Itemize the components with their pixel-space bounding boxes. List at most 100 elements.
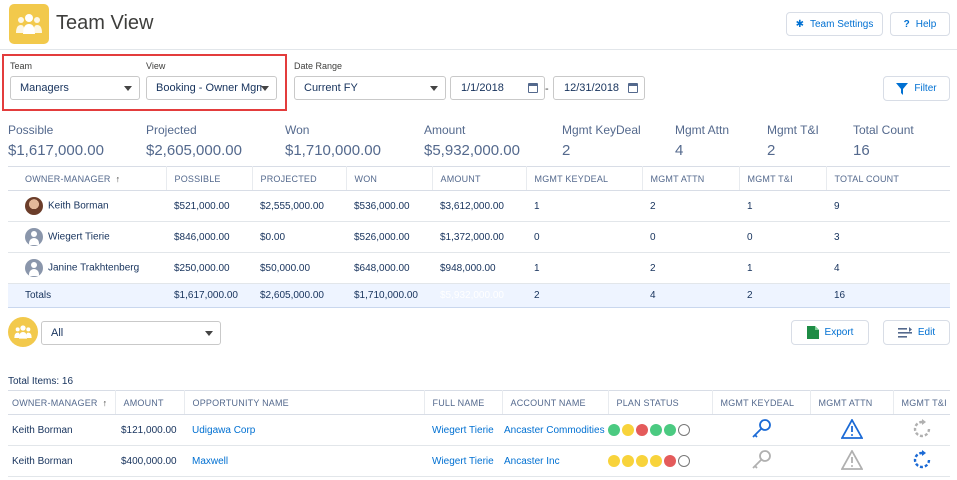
date-range-select[interactable]: Current FY [294, 76, 446, 100]
amount-cell: $3,612,000.00 [432, 190, 526, 222]
column-header-account-name[interactable]: ACCOUNT NAME [502, 390, 609, 415]
refresh-icon[interactable] [911, 449, 933, 471]
summary-value: $1,710,000.00 [285, 142, 381, 159]
page-header: Team View ✱ Team Settings ? Help [0, 0, 957, 50]
start-date-value: 1/1/2018 [461, 82, 504, 94]
summary-mgmt-keydeal: Mgmt KeyDeal 2 [562, 123, 641, 159]
column-header-opportunity-name[interactable]: OPPORTUNITY NAME [184, 390, 425, 415]
keydeal-cell [712, 414, 810, 446]
column-header-mgmt-attn[interactable]: MGMT ATTN [642, 166, 740, 191]
refresh-icon[interactable] [911, 418, 933, 440]
table-row[interactable]: Keith Borman $400,000.00 Maxwell Wiegert… [8, 445, 950, 477]
summary-projected: Projected $2,605,000.00 [146, 123, 242, 159]
column-header-mgmt-ti[interactable]: MGMT T&I [893, 390, 950, 415]
full-name-link[interactable]: Wiegert Tierie [424, 414, 502, 446]
column-header-amount[interactable]: AMOUNT [432, 166, 527, 191]
team-select[interactable]: Managers [10, 76, 140, 100]
column-header-mgmt-ti[interactable]: MGMT T&I [739, 166, 827, 191]
column-header-mgmt-keydeal[interactable]: MGMT KEYDEAL [712, 390, 811, 415]
totals-possible: $1,617,000.00 [166, 283, 252, 308]
status-dot-red [636, 424, 648, 436]
owner-cell: Keith Borman [8, 414, 115, 446]
start-date-input[interactable]: 1/1/2018 [450, 76, 545, 100]
table-row[interactable]: Keith Borman $521,000.00 $2,555,000.00 $… [8, 190, 950, 222]
count-cell: 4 [826, 252, 950, 284]
warning-icon[interactable] [839, 448, 864, 470]
summary-amount: Amount $5,932,000.00 [424, 123, 520, 159]
column-header-owner-manager[interactable]: OWNER-MANAGER ↑ [8, 390, 116, 415]
export-label: Export [824, 327, 854, 338]
group-icon [8, 317, 38, 347]
account-link[interactable]: Ancaster Inc [502, 445, 608, 477]
column-header-mgmt-keydeal[interactable]: MGMT KEYDEAL [526, 166, 643, 191]
possible-cell: $250,000.00 [166, 252, 252, 284]
won-cell: $648,000.00 [346, 252, 432, 284]
totals-label: Totals [8, 283, 166, 308]
summary-label: Mgmt Attn [675, 123, 730, 137]
opportunity-link[interactable]: Udigawa Corp [184, 414, 424, 446]
full-name-link[interactable]: Wiegert Tierie [424, 445, 502, 477]
account-link[interactable]: Ancaster Commodities [502, 414, 608, 446]
summary-mgmt-attn: Mgmt Attn 4 [675, 123, 729, 159]
view-select[interactable]: Booking - Owner Mgmt [146, 76, 277, 100]
attn-cell [810, 445, 893, 477]
totals-count: 16 [826, 283, 950, 308]
owner-cell: Keith Borman [8, 445, 115, 477]
count-cell: 9 [826, 190, 950, 222]
amount-cell: $121,000.00 [115, 414, 184, 446]
column-header-total-count[interactable]: TOTAL COUNT [826, 166, 950, 191]
team-settings-button[interactable]: ✱ Team Settings [786, 12, 883, 36]
list-filter-select[interactable]: All [41, 321, 221, 345]
column-header-projected[interactable]: PROJECTED [252, 166, 347, 191]
question-icon: ? [903, 18, 910, 30]
summary-label: Possible [8, 123, 54, 137]
key-icon[interactable] [750, 418, 772, 440]
calendar-icon[interactable] [528, 83, 538, 93]
column-header-possible[interactable]: POSSIBLE [166, 166, 253, 191]
table-row[interactable]: Janine Trakhtenberg $250,000.00 $50,000.… [8, 252, 950, 284]
projected-cell: $2,555,000.00 [252, 190, 346, 222]
opportunity-link[interactable]: Maxwell [184, 445, 424, 477]
plan-status-cell [608, 445, 712, 477]
column-header-amount[interactable]: AMOUNT [115, 390, 185, 415]
summary-value: 16 [853, 142, 870, 159]
keydeal-cell: 0 [526, 221, 642, 253]
total-items-label: Total Items: 16 [8, 376, 74, 387]
summary-label: Amount [424, 123, 466, 137]
column-header-full-name[interactable]: FULL NAME [424, 390, 503, 415]
edit-label: Edit [917, 327, 936, 338]
team-select-value: Managers [20, 82, 69, 94]
won-cell: $526,000.00 [346, 221, 432, 253]
end-date-input[interactable]: 12/31/2018 [553, 76, 645, 100]
table-row[interactable]: Keith Borman $121,000.00 Udigawa Corp Wi… [8, 414, 950, 446]
warning-icon[interactable] [839, 417, 864, 439]
excel-icon [806, 326, 819, 339]
status-dot-red [664, 455, 676, 467]
help-button[interactable]: ? Help [890, 12, 950, 36]
summary-total-count: Total Count 16 [853, 123, 914, 159]
status-dot-yellow [608, 455, 620, 467]
table-row[interactable]: Wiegert Tierie $846,000.00 $0.00 $526,00… [8, 221, 950, 253]
column-header-mgmt-attn[interactable]: MGMT ATTN [810, 390, 894, 415]
export-button[interactable]: Export [791, 320, 869, 345]
filter-button[interactable]: Filter [883, 76, 950, 101]
totals-amount[interactable]: $5,932,000.00 [432, 283, 526, 308]
chevron-down-icon [124, 86, 132, 91]
edit-button[interactable]: Edit [883, 320, 950, 345]
amount-cell: $948,000.00 [432, 252, 526, 284]
column-header-plan-status[interactable]: PLAN STATUS [608, 390, 713, 415]
avatar [25, 228, 43, 246]
status-dot-green [650, 424, 662, 436]
key-icon[interactable] [750, 449, 772, 471]
summary-value: 2 [767, 142, 776, 159]
status-dot-empty [678, 424, 690, 436]
summary-value: $5,932,000.00 [424, 142, 520, 159]
calendar-icon[interactable] [628, 83, 638, 93]
column-header-won[interactable]: WON [346, 166, 433, 191]
summary-label: Won [285, 123, 310, 137]
column-header-owner-manager[interactable]: OWNER-MANAGER ↑ [8, 166, 167, 191]
avatar [25, 197, 43, 215]
date-range-label: Date Range [294, 61, 343, 71]
attn-cell: 0 [642, 221, 739, 253]
totals-keydeal: 2 [526, 283, 642, 308]
